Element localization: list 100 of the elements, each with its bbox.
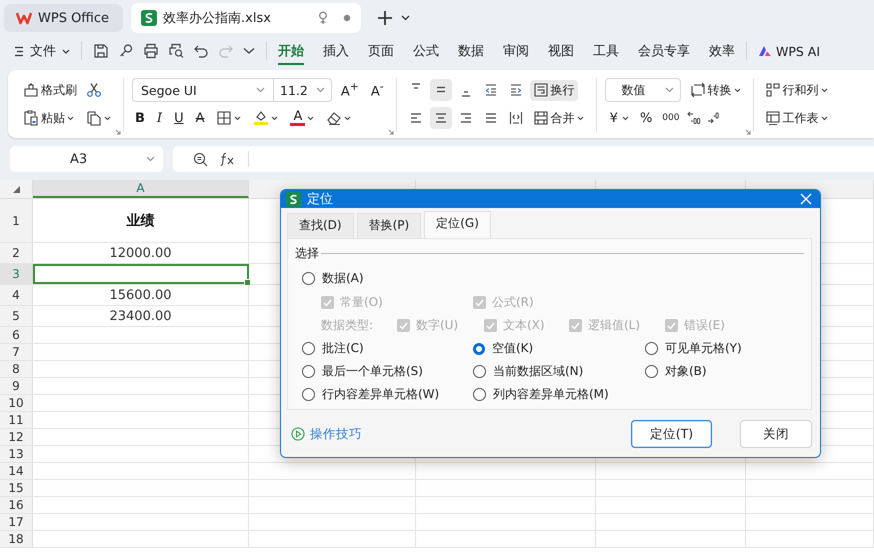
dialog-tab[interactable]: 定位(G) (424, 211, 491, 238)
row-header[interactable]: 15 (0, 480, 33, 496)
percent-button[interactable]: % (638, 110, 654, 126)
row-header[interactable]: 3 (0, 264, 33, 284)
row-header[interactable]: 13 (0, 446, 33, 462)
rows-columns-button[interactable]: 行和列 (762, 80, 831, 100)
launcher-icon[interactable] (744, 129, 751, 135)
ribbon-tab[interactable]: 公式 (413, 38, 439, 64)
row-header[interactable]: 6 (0, 327, 33, 343)
save-icon[interactable] (93, 43, 109, 59)
scissors-icon[interactable] (86, 82, 102, 98)
worksheet-button[interactable]: 工作表 (762, 108, 831, 128)
function-icon[interactable] (220, 152, 236, 166)
vertical-align-button[interactable] (430, 79, 452, 101)
ribbon-tab[interactable]: 开始 (278, 38, 304, 64)
zoom-icon[interactable] (193, 152, 208, 166)
file-menu[interactable]: 文件 (14, 42, 70, 60)
row-header[interactable]: 8 (0, 361, 33, 377)
app-tab-label: WPS Office (38, 10, 110, 26)
radio-option[interactable]: 最后一个单元格(S) (302, 363, 473, 380)
formula-field[interactable] (173, 146, 874, 172)
currency-button[interactable]: ¥ (604, 108, 632, 128)
increase-font-button[interactable]: A$^{+}$ (338, 80, 362, 100)
ribbon-tab[interactable]: 插入 (323, 38, 349, 64)
radio-option[interactable]: 行内容差异单元格(W) (302, 386, 473, 403)
row-header[interactable]: 2 (0, 243, 33, 263)
select-all-icon[interactable] (12, 186, 20, 192)
name-box[interactable]: A3 (10, 146, 163, 172)
increase-indent-icon[interactable] (508, 83, 523, 97)
close-icon[interactable] (800, 193, 812, 205)
radio-option[interactable]: 列内容差异单元格(M) (473, 386, 645, 403)
dialog-tab[interactable]: 替换(P) (356, 213, 422, 238)
fill-handle[interactable] (244, 279, 251, 286)
radio-option[interactable]: 空值(K) (473, 340, 645, 357)
align-icon (434, 111, 448, 125)
caret-icon[interactable] (401, 15, 410, 21)
format-painter-button[interactable]: 格式刷 (20, 80, 80, 100)
number-format-dropdown[interactable]: 数值 (604, 78, 681, 102)
row-header[interactable]: 9 (0, 378, 33, 394)
row-header[interactable]: 1 (0, 199, 33, 242)
pin-icon[interactable] (317, 11, 330, 25)
decrease-font-button[interactable]: A$^{-}$ (368, 80, 387, 100)
italic-button[interactable]: I (154, 110, 166, 126)
strikethrough-button[interactable]: A (192, 110, 208, 126)
undo-icon[interactable] (193, 43, 209, 59)
ribbon-tab[interactable]: 工具 (593, 38, 619, 64)
app-tab[interactable]: WPS Office (4, 4, 124, 32)
radio-option[interactable]: 对象(B) (645, 363, 804, 380)
increase-decimal-icon[interactable] (687, 111, 702, 125)
bold-button[interactable]: B (132, 110, 148, 126)
convert-icon (690, 82, 706, 98)
row-header[interactable]: 16 (0, 497, 33, 513)
print-icon[interactable] (143, 43, 159, 59)
decrease-indent-icon[interactable] (484, 83, 498, 97)
launcher-icon[interactable] (115, 129, 121, 135)
row-header[interactable]: 14 (0, 463, 33, 479)
radio-option[interactable]: 批注(C) (302, 340, 473, 357)
row-header[interactable]: 5 (0, 306, 33, 326)
radio-option[interactable]: 当前数据区域(N) (473, 363, 645, 380)
ribbon-tab[interactable]: 审阅 (503, 38, 529, 64)
ribbon-tab[interactable]: 数据 (458, 38, 484, 64)
merge-button[interactable]: 合并 (530, 108, 587, 128)
convert-button[interactable]: 转换 (686, 80, 744, 100)
row-header[interactable]: 12 (0, 429, 33, 445)
launcher-icon[interactable] (388, 129, 394, 135)
wps-ai-button[interactable]: WPS AI (758, 44, 820, 58)
document-tab[interactable]: 效率办公指南.xlsx (131, 3, 362, 33)
column-header[interactable]: A (33, 180, 249, 198)
dialog-button[interactable]: 关闭 (740, 420, 812, 448)
document-title: 效率办公指南.xlsx (163, 10, 272, 27)
tips-link[interactable]: 操作技巧 (291, 426, 362, 442)
dialog-button[interactable]: 定位(T) (631, 420, 712, 448)
caret-icon[interactable] (243, 47, 255, 55)
thousands-button[interactable]: 000 (660, 113, 682, 123)
new-tab-icon[interactable] (377, 10, 394, 26)
row-header[interactable]: 7 (0, 344, 33, 360)
caret-icon (622, 116, 629, 120)
font-size-dropdown[interactable]: 11.2 (274, 79, 331, 101)
radio-option[interactable]: 数据(A) (302, 270, 364, 287)
distributed-align-icon[interactable] (508, 111, 523, 125)
font-dropdown[interactable]: Segoe UI (133, 79, 274, 101)
row-header[interactable]: 18 (0, 531, 33, 547)
ribbon-tab[interactable]: 页面 (368, 38, 394, 64)
ribbon-tab[interactable]: 效率 (709, 38, 735, 64)
print-preview-icon[interactable] (168, 43, 184, 59)
ribbon-tab[interactable]: 会员专享 (638, 38, 690, 64)
key-icon[interactable] (118, 43, 134, 59)
row-header[interactable]: 17 (0, 514, 33, 530)
row-header[interactable]: 11 (0, 412, 33, 428)
font-color-button[interactable]: A (287, 108, 318, 128)
dialog-tab[interactable]: 查找(D) (287, 213, 354, 238)
wrap-text-button[interactable]: 换行 (530, 80, 578, 100)
ribbon-tab[interactable]: 视图 (548, 38, 574, 64)
paste-button[interactable]: 粘贴 (20, 108, 77, 128)
radio-option[interactable]: 可见单元格(Y) (645, 340, 804, 357)
row-header[interactable]: 10 (0, 395, 33, 411)
row-header[interactable]: 4 (0, 285, 33, 305)
underline-button[interactable]: U (171, 110, 187, 126)
horizontal-align-button[interactable] (430, 107, 452, 129)
decrease-decimal-icon[interactable] (707, 111, 722, 125)
